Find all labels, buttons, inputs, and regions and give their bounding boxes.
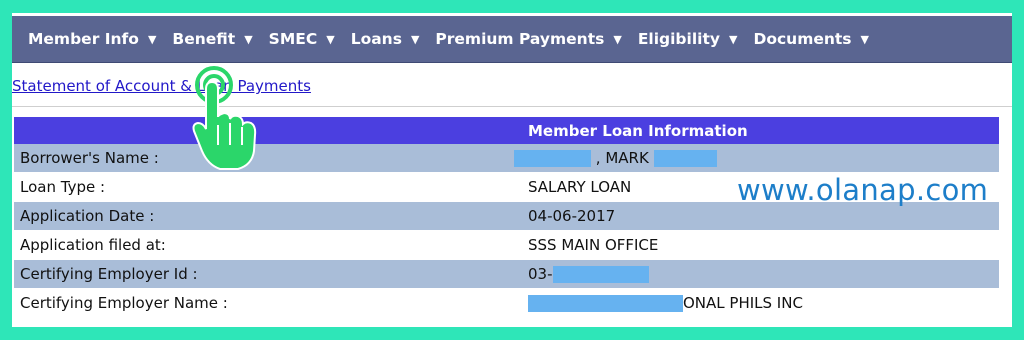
watermark-text: www.olanap.com xyxy=(737,173,989,207)
row-label: Certifying Employer Name : xyxy=(14,288,520,318)
caret-down-icon: ▼ xyxy=(410,32,420,46)
redaction-block xyxy=(552,266,649,283)
row-value-employer-id: 03- xyxy=(520,259,999,289)
redaction-block xyxy=(514,150,591,167)
nav-member-info[interactable]: Member Info ▼ xyxy=(12,30,156,48)
nav-premium-payments[interactable]: Premium Payments ▼ xyxy=(419,30,621,48)
hand-pointer-icon xyxy=(192,66,257,170)
nav-label: SMEC xyxy=(268,30,318,48)
employer-id-text: 03- xyxy=(528,265,553,283)
table-row: Certifying Employer Id : 03- xyxy=(14,259,999,289)
caret-down-icon: ▼ xyxy=(728,32,738,46)
row-value-borrower: , MARK xyxy=(514,144,999,173)
nav-label: Eligibility xyxy=(637,30,720,48)
employer-name-text: ONAL PHILS INC xyxy=(683,294,803,312)
link-row: Statement of Account & Loan Payments xyxy=(12,74,1012,107)
member-loan-table: Member Loan Information Borrower's Name … xyxy=(14,117,999,318)
caret-down-icon: ▼ xyxy=(244,32,253,46)
table-row: Application filed at: SSS MAIN OFFICE xyxy=(14,230,999,260)
nav-smec[interactable]: SMEC ▼ xyxy=(253,30,335,48)
row-label: Certifying Employer Id : xyxy=(14,259,520,289)
caret-down-icon: ▼ xyxy=(326,32,335,46)
nav-benefit[interactable]: Benefit ▼ xyxy=(156,30,252,48)
nav-label: Premium Payments xyxy=(435,30,605,48)
row-value-employer-name: ONAL PHILS INC xyxy=(520,288,999,318)
nav-loans[interactable]: Loans ▼ xyxy=(335,30,420,48)
caret-down-icon: ▼ xyxy=(860,32,869,46)
borrower-name-text: , MARK xyxy=(595,149,649,167)
top-nav-bar: Member Info ▼ Benefit ▼ SMEC ▼ Loans ▼ P… xyxy=(12,16,1012,63)
caret-down-icon: ▼ xyxy=(147,32,157,46)
row-label: Application Date : xyxy=(14,201,520,231)
nav-label: Member Info xyxy=(28,30,139,48)
nav-label: Benefit xyxy=(172,30,236,48)
nav-label: Documents xyxy=(753,30,852,48)
table-row: Certifying Employer Name : ONAL PHILS IN… xyxy=(14,288,999,318)
table-row: Borrower's Name : , MARK xyxy=(14,144,999,173)
row-value: SSS MAIN OFFICE xyxy=(520,230,999,260)
nav-label: Loans xyxy=(350,30,402,48)
caret-down-icon: ▼ xyxy=(613,32,622,46)
redaction-block xyxy=(653,150,717,167)
page-frame: Member Info ▼ Benefit ▼ SMEC ▼ Loans ▼ P… xyxy=(12,13,1012,327)
nav-documents[interactable]: Documents ▼ xyxy=(737,30,869,48)
nav-eligibility[interactable]: Eligibility ▼ xyxy=(622,30,738,48)
row-label: Application filed at: xyxy=(14,230,520,260)
redaction-block xyxy=(528,295,683,312)
row-label: Loan Type : xyxy=(14,172,520,202)
table-header: Member Loan Information xyxy=(520,117,999,144)
